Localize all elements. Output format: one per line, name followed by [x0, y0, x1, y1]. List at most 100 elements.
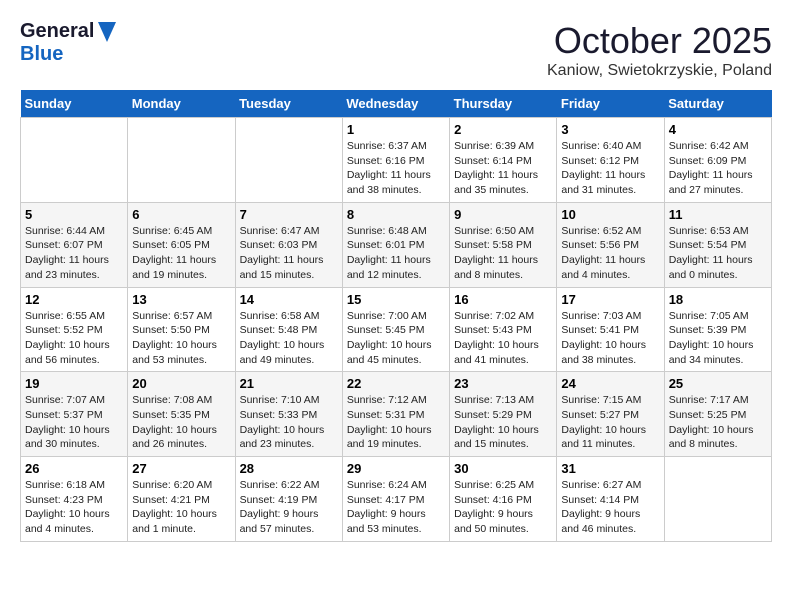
day-info: Sunrise: 7:13 AM Sunset: 5:29 PM Dayligh…: [454, 393, 552, 452]
day-info: Sunrise: 7:05 AM Sunset: 5:39 PM Dayligh…: [669, 309, 767, 368]
page-header: General Blue October 2025 Kaniow, Swieto…: [20, 20, 772, 80]
day-number: 8: [347, 207, 445, 222]
day-number: 30: [454, 461, 552, 476]
day-info: Sunrise: 6:52 AM Sunset: 5:56 PM Dayligh…: [561, 224, 659, 283]
day-info: Sunrise: 6:37 AM Sunset: 6:16 PM Dayligh…: [347, 139, 445, 198]
calendar-day-cell: 20Sunrise: 7:08 AM Sunset: 5:35 PM Dayli…: [128, 372, 235, 457]
calendar-day-cell: 28 Sunrise: 6:22 AM Sunset: 4:19 PM Dayli…: [235, 457, 342, 542]
day-number: 3: [561, 122, 659, 137]
day-info: Sunrise: 7:12 AM Sunset: 5:31 PM Dayligh…: [347, 393, 445, 452]
day-info: Sunrise: 6:40 AM Sunset: 6:12 PM Dayligh…: [561, 139, 659, 198]
calendar-day-cell: 27 Sunrise: 6:20 AM Sunset: 4:21 PM Dayli…: [128, 457, 235, 542]
calendar-empty-cell: [664, 457, 771, 542]
calendar-empty-cell: [235, 118, 342, 203]
calendar-day-cell: 3 Sunrise: 6:40 AM Sunset: 6:12 PM Daylig…: [557, 118, 664, 203]
weekday-header-tuesday: Tuesday: [235, 90, 342, 118]
calendar-day-cell: 23Sunrise: 7:13 AM Sunset: 5:29 PM Dayli…: [450, 372, 557, 457]
day-number: 9: [454, 207, 552, 222]
day-number: 27: [132, 461, 230, 476]
day-number: 21: [240, 376, 338, 391]
weekday-header-wednesday: Wednesday: [342, 90, 449, 118]
calendar-day-cell: 15 Sunrise: 7:00 AM Sunset: 5:45 PM Dayli…: [342, 287, 449, 372]
day-info: Sunrise: 6:20 AM Sunset: 4:21 PM Dayligh…: [132, 478, 230, 537]
logo-blue-text: Blue: [20, 43, 63, 66]
calendar-day-cell: 2 Sunrise: 6:39 AM Sunset: 6:14 PM Daylig…: [450, 118, 557, 203]
month-title: October 2025: [547, 20, 772, 62]
calendar-day-cell: 18Sunrise: 7:05 AM Sunset: 5:39 PM Dayli…: [664, 287, 771, 372]
day-number: 12: [25, 292, 123, 307]
day-number: 24: [561, 376, 659, 391]
calendar-week-row: 19 Sunrise: 7:07 AM Sunset: 5:37 PM Dayli…: [21, 372, 772, 457]
calendar-day-cell: 9 Sunrise: 6:50 AM Sunset: 5:58 PM Daylig…: [450, 202, 557, 287]
location: Kaniow, Swietokrzyskie, Poland: [547, 62, 772, 80]
calendar-week-row: 1 Sunrise: 6:37 AM Sunset: 6:16 PM Daylig…: [21, 118, 772, 203]
day-number: 31: [561, 461, 659, 476]
weekday-header-sunday: Sunday: [21, 90, 128, 118]
calendar-week-row: 26Sunrise: 6:18 AM Sunset: 4:23 PM Dayli…: [21, 457, 772, 542]
day-number: 25: [669, 376, 767, 391]
calendar-day-cell: 10 Sunrise: 6:52 AM Sunset: 5:56 PM Dayli…: [557, 202, 664, 287]
day-number: 2: [454, 122, 552, 137]
calendar-day-cell: 25 Sunrise: 7:17 AM Sunset: 5:25 PM Dayli…: [664, 372, 771, 457]
calendar-day-cell: 13Sunrise: 6:57 AM Sunset: 5:50 PM Dayli…: [128, 287, 235, 372]
day-number: 14: [240, 292, 338, 307]
day-info: Sunrise: 6:50 AM Sunset: 5:58 PM Dayligh…: [454, 224, 552, 283]
calendar-day-cell: 24 Sunrise: 7:15 AM Sunset: 5:27 PM Dayli…: [557, 372, 664, 457]
calendar-table: SundayMondayTuesdayWednesdayThursdayFrid…: [20, 90, 772, 542]
day-info: Sunrise: 6:57 AM Sunset: 5:50 PM Dayligh…: [132, 309, 230, 368]
day-info: Sunrise: 6:27 AM Sunset: 4:14 PM Dayligh…: [561, 478, 659, 537]
logo-general-text: General: [20, 20, 94, 43]
calendar-day-cell: 1 Sunrise: 6:37 AM Sunset: 6:16 PM Daylig…: [342, 118, 449, 203]
day-number: 5: [25, 207, 123, 222]
day-number: 10: [561, 207, 659, 222]
day-info: Sunrise: 6:53 AM Sunset: 5:54 PM Dayligh…: [669, 224, 767, 283]
day-number: 15: [347, 292, 445, 307]
day-number: 17: [561, 292, 659, 307]
day-number: 6: [132, 207, 230, 222]
day-info: Sunrise: 7:00 AM Sunset: 5:45 PM Dayligh…: [347, 309, 445, 368]
day-number: 22: [347, 376, 445, 391]
day-number: 16: [454, 292, 552, 307]
calendar-day-cell: 11 Sunrise: 6:53 AM Sunset: 5:54 PM Dayli…: [664, 202, 771, 287]
day-info: Sunrise: 6:22 AM Sunset: 4:19 PM Dayligh…: [240, 478, 338, 537]
day-number: 7: [240, 207, 338, 222]
day-number: 1: [347, 122, 445, 137]
day-info: Sunrise: 6:55 AM Sunset: 5:52 PM Dayligh…: [25, 309, 123, 368]
calendar-empty-cell: [21, 118, 128, 203]
day-info: Sunrise: 7:17 AM Sunset: 5:25 PM Dayligh…: [669, 393, 767, 452]
day-number: 11: [669, 207, 767, 222]
day-info: Sunrise: 7:03 AM Sunset: 5:41 PM Dayligh…: [561, 309, 659, 368]
day-info: Sunrise: 7:15 AM Sunset: 5:27 PM Dayligh…: [561, 393, 659, 452]
day-info: Sunrise: 6:47 AM Sunset: 6:03 PM Dayligh…: [240, 224, 338, 283]
day-info: Sunrise: 6:42 AM Sunset: 6:09 PM Dayligh…: [669, 139, 767, 198]
calendar-day-cell: 6 Sunrise: 6:45 AM Sunset: 6:05 PM Daylig…: [128, 202, 235, 287]
day-info: Sunrise: 6:39 AM Sunset: 6:14 PM Dayligh…: [454, 139, 552, 198]
day-info: Sunrise: 6:18 AM Sunset: 4:23 PM Dayligh…: [25, 478, 123, 537]
day-info: Sunrise: 7:07 AM Sunset: 5:37 PM Dayligh…: [25, 393, 123, 452]
weekday-header-thursday: Thursday: [450, 90, 557, 118]
calendar-day-cell: 21Sunrise: 7:10 AM Sunset: 5:33 PM Dayli…: [235, 372, 342, 457]
calendar-day-cell: 12 Sunrise: 6:55 AM Sunset: 5:52 PM Dayli…: [21, 287, 128, 372]
day-info: Sunrise: 6:44 AM Sunset: 6:07 PM Dayligh…: [25, 224, 123, 283]
calendar-day-cell: 7 Sunrise: 6:47 AM Sunset: 6:03 PM Daylig…: [235, 202, 342, 287]
day-info: Sunrise: 6:25 AM Sunset: 4:16 PM Dayligh…: [454, 478, 552, 537]
calendar-empty-cell: [128, 118, 235, 203]
day-number: 4: [669, 122, 767, 137]
day-info: Sunrise: 6:45 AM Sunset: 6:05 PM Dayligh…: [132, 224, 230, 283]
day-number: 19: [25, 376, 123, 391]
day-number: 28: [240, 461, 338, 476]
calendar-week-row: 12 Sunrise: 6:55 AM Sunset: 5:52 PM Dayli…: [21, 287, 772, 372]
logo: General Blue: [20, 20, 116, 66]
calendar-day-cell: 14 Sunrise: 6:58 AM Sunset: 5:48 PM Dayli…: [235, 287, 342, 372]
calendar-day-cell: 5 Sunrise: 6:44 AM Sunset: 6:07 PM Daylig…: [21, 202, 128, 287]
title-area: October 2025 Kaniow, Swietokrzyskie, Pol…: [547, 20, 772, 80]
logo-arrow-icon: [98, 22, 116, 42]
day-info: Sunrise: 6:58 AM Sunset: 5:48 PM Dayligh…: [240, 309, 338, 368]
day-info: Sunrise: 6:24 AM Sunset: 4:17 PM Dayligh…: [347, 478, 445, 537]
calendar-day-cell: 17 Sunrise: 7:03 AM Sunset: 5:41 PM Dayli…: [557, 287, 664, 372]
weekday-header-friday: Friday: [557, 90, 664, 118]
calendar-week-row: 5 Sunrise: 6:44 AM Sunset: 6:07 PM Daylig…: [21, 202, 772, 287]
day-number: 29: [347, 461, 445, 476]
weekday-header-saturday: Saturday: [664, 90, 771, 118]
calendar-day-cell: 19 Sunrise: 7:07 AM Sunset: 5:37 PM Dayli…: [21, 372, 128, 457]
